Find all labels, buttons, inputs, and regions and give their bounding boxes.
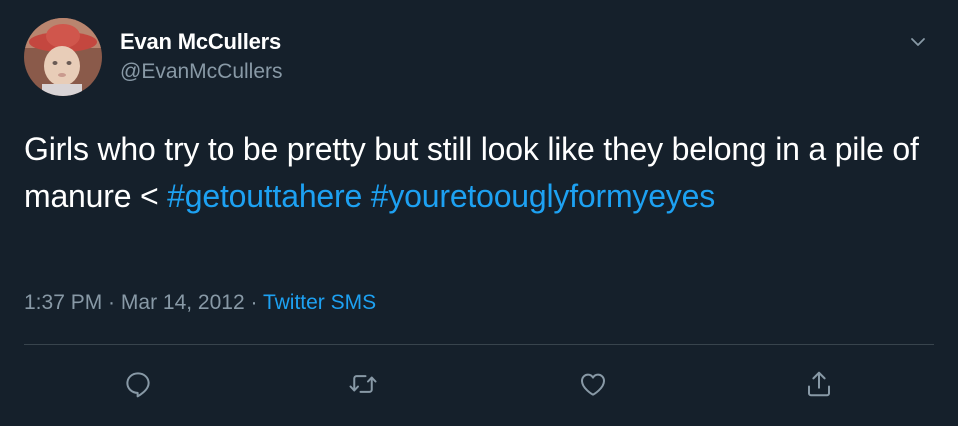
reply-icon [126, 372, 150, 398]
tweet-meta: 1:37 PM · Mar 14, 2012 · Twitter SMS [24, 291, 376, 315]
user-name[interactable]: Evan McCullers [120, 29, 281, 55]
chevron-down-icon [911, 38, 925, 46]
tweet-time[interactable]: 1:37 PM [24, 291, 102, 314]
tweet-date[interactable]: Mar 14, 2012 [121, 291, 245, 314]
tweet-menu-button[interactable] [904, 28, 932, 56]
share-icon [808, 371, 830, 397]
tweet-card: Evan McCullers @EvanMcCullers Girls who … [0, 0, 958, 426]
reply-button[interactable] [120, 366, 156, 402]
divider [24, 344, 934, 345]
tweet-text: Girls who try to be pretty but still loo… [24, 126, 934, 220]
avatar-image [24, 18, 102, 96]
like-button[interactable] [575, 366, 611, 402]
tweet-source-link[interactable]: Twitter SMS [263, 291, 376, 314]
hashtag-link[interactable]: #getouttahere [167, 178, 362, 214]
retweet-button[interactable] [345, 366, 381, 402]
user-handle[interactable]: @EvanMcCullers [120, 60, 283, 84]
like-icon [581, 373, 605, 396]
meta-separator: · [102, 291, 121, 314]
retweet-icon [349, 375, 377, 393]
share-button[interactable] [801, 366, 837, 402]
hashtag-link[interactable]: #youretoouglyformyeyes [371, 178, 715, 214]
avatar[interactable] [24, 18, 102, 96]
meta-separator: · [244, 291, 263, 314]
